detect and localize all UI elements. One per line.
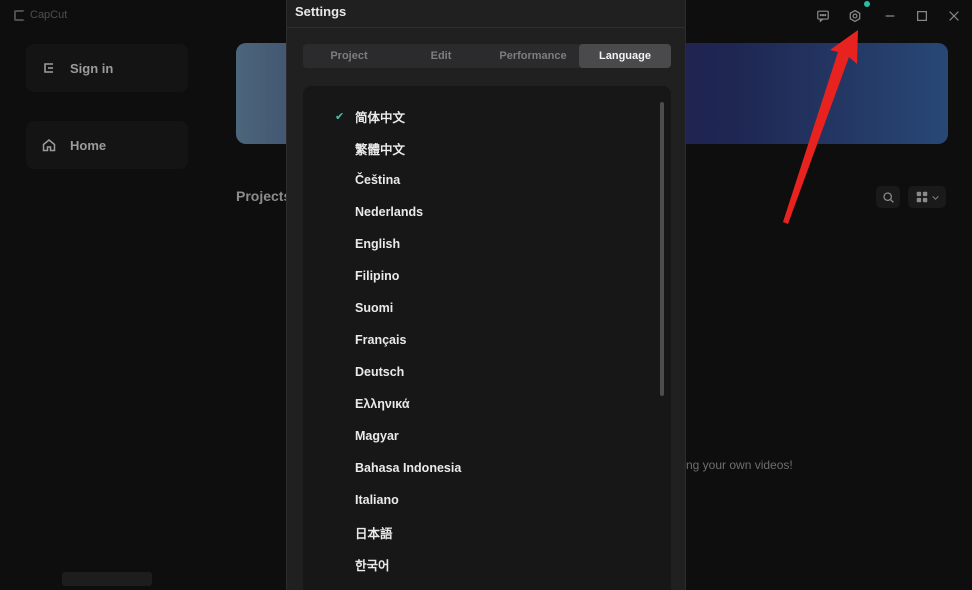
sidebar: Sign in Home — [0, 32, 214, 590]
language-list-panel: ✔ 简体中文繁體中文 Čeština Nederlands English Filipin… — [303, 86, 671, 590]
language-label: Bahasa Indonesia — [355, 461, 462, 475]
language-option[interactable]: Bahasa Indonesia — [303, 452, 659, 484]
tab-language[interactable]: Language — [579, 44, 671, 68]
language-label: 简体中文 — [355, 110, 406, 125]
settings-tabs: Project Edit Performance Language — [303, 44, 671, 68]
language-label: Ελληνικά — [355, 397, 410, 411]
settings-dialog: Settings Project Edit Performance Langua… — [286, 0, 686, 590]
language-label: 繁體中文 — [355, 142, 406, 157]
maximize-icon[interactable] — [914, 8, 930, 24]
capcut-logo-icon — [14, 9, 25, 21]
language-option[interactable]: Ελληνικά — [303, 388, 659, 420]
capcut-window: CapCut Sign in Home Projects ng your own… — [0, 0, 972, 590]
language-option[interactable]: Deutsch — [303, 356, 659, 388]
language-option[interactable]: Magyar — [303, 420, 659, 452]
language-option[interactable]: ✔ 简体中文 — [303, 100, 659, 132]
app-logo-text: CapCut — [30, 9, 68, 21]
language-label: Français — [355, 333, 407, 347]
language-option[interactable]: Français — [303, 324, 659, 356]
language-option[interactable]: Filipino — [303, 260, 659, 292]
chevron-down-icon — [931, 195, 939, 200]
language-label: English — [355, 237, 401, 251]
grid-view-icon — [916, 191, 927, 203]
projects-title: Projects — [236, 188, 292, 204]
tab-project[interactable]: Project — [303, 44, 395, 68]
feedback-icon[interactable] — [815, 8, 831, 24]
language-label: Čeština — [355, 173, 401, 187]
checkmark-icon: ✔ — [335, 110, 345, 123]
language-option[interactable]: 한국어 — [303, 548, 659, 580]
tab-edit[interactable]: Edit — [395, 44, 487, 68]
search-icon — [882, 191, 894, 203]
language-label: Suomi — [355, 301, 394, 315]
language-option[interactable]: English — [303, 228, 659, 260]
gear-icon[interactable] — [847, 8, 863, 24]
capcut-logo-icon — [40, 59, 58, 77]
sidebar-footer-item — [62, 572, 152, 586]
empty-projects-hint: ng your own videos! — [686, 458, 793, 472]
settings-header — [287, 0, 685, 28]
settings-title: Settings — [295, 4, 347, 19]
view-mode-button[interactable] — [908, 186, 946, 208]
language-option[interactable]: Suomi — [303, 292, 659, 324]
language-label: Nederlands — [355, 205, 424, 219]
language-option[interactable]: 日本語 — [303, 516, 659, 548]
notification-dot — [864, 1, 870, 7]
language-option[interactable]: Italiano — [303, 484, 659, 516]
minimize-icon[interactable] — [882, 8, 898, 24]
language-label: Italiano — [355, 493, 399, 507]
sign-in-label: Sign in — [70, 60, 114, 76]
tab-performance[interactable]: Performance — [487, 44, 579, 68]
language-label: 한국어 — [355, 558, 390, 573]
home-icon — [40, 136, 58, 154]
language-option[interactable]: 繁體中文 — [303, 132, 659, 164]
language-list: ✔ 简体中文繁體中文 Čeština Nederlands English Filipin… — [303, 100, 659, 580]
sign-in-button[interactable]: Sign in — [26, 44, 188, 92]
language-option[interactable]: Nederlands — [303, 196, 659, 228]
language-list-scrollbar[interactable] — [660, 102, 664, 396]
close-icon[interactable] — [946, 8, 962, 24]
language-label: Magyar — [355, 429, 399, 443]
app-logo: CapCut — [14, 9, 67, 21]
language-label: Filipino — [355, 269, 400, 283]
language-label: Deutsch — [355, 365, 405, 379]
sidebar-item-home[interactable]: Home — [26, 121, 188, 169]
language-option[interactable]: Čeština — [303, 164, 659, 196]
language-label: 日本語 — [355, 526, 393, 541]
search-button[interactable] — [876, 186, 900, 208]
sidebar-item-label: Home — [70, 137, 107, 153]
